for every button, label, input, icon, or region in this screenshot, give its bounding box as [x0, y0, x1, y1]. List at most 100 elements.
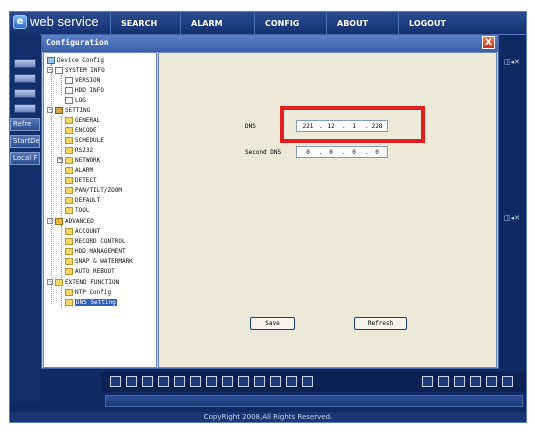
logo-icon: e	[13, 14, 27, 29]
tree-node-rs232[interactable]: RS232	[65, 145, 93, 155]
tree-node-snap-watermark[interactable]: SNAP & WATERMARK	[65, 256, 133, 266]
collapse-icon[interactable]: -	[47, 67, 53, 73]
toolbar-icon[interactable]	[302, 376, 313, 387]
channel-icon[interactable]	[14, 59, 36, 68]
layout-icon[interactable]	[454, 376, 465, 387]
tree-label: GENERAL	[75, 116, 101, 124]
folder-icon	[65, 298, 73, 306]
tree-node-extend-function[interactable]: - EXTEND FUNCTION	[47, 277, 119, 287]
nav-logout[interactable]: LOGOUT	[398, 12, 470, 34]
second-dns-octet-3: 0	[352, 149, 356, 156]
close-button[interactable]: X	[482, 36, 495, 49]
second-dns-label: Second DNS	[245, 149, 282, 156]
toolbar-icon[interactable]	[254, 376, 265, 387]
nav-alarm[interactable]: ALARM	[180, 12, 254, 34]
local-button[interactable]: Local F	[10, 152, 40, 165]
collapse-icon[interactable]: -	[47, 107, 53, 113]
start-device-button[interactable]: StartDe	[10, 135, 40, 148]
tree-node-log[interactable]: LOG	[65, 95, 86, 105]
tree-node-tool[interactable]: TOOL	[65, 205, 89, 215]
tree-label: SYSTEM INFO	[65, 66, 105, 74]
tree-node-advanced[interactable]: - ADVANCED	[47, 216, 94, 226]
tree-node-general[interactable]: GENERAL	[65, 115, 100, 125]
toolbar-icon[interactable]	[190, 376, 201, 387]
tree-node-default[interactable]: DEFAULT	[65, 195, 100, 205]
folder-icon	[65, 227, 73, 235]
tree-node-ntp-config[interactable]: NTP Config	[65, 287, 111, 297]
toolbar-icon[interactable]	[110, 376, 121, 387]
toolbar-icon[interactable]	[142, 376, 153, 387]
tree-node-schedule[interactable]: SCHEDULE	[65, 135, 104, 145]
app-logo: e web service	[13, 14, 99, 29]
second-dns-octet-4: 0	[375, 149, 379, 156]
folder-icon	[55, 278, 63, 286]
tree-node-hdd-info[interactable]: HDD INFO	[65, 85, 104, 95]
toolbar-icon[interactable]	[270, 376, 281, 387]
toolbar-icon[interactable]	[174, 376, 185, 387]
layout-icon[interactable]	[502, 376, 513, 387]
toolbar-icon[interactable]	[238, 376, 249, 387]
tree-label: DETECT	[75, 176, 97, 184]
tree-label: ALARM	[75, 166, 94, 174]
nav-about[interactable]: ABOUT	[326, 12, 398, 34]
layout-icon[interactable]	[422, 376, 433, 387]
expand-icon[interactable]: +	[57, 157, 63, 163]
tree-label: NTP Config	[75, 288, 112, 296]
collapse-icon[interactable]: -	[47, 279, 53, 285]
toolbar-icon[interactable]	[206, 376, 217, 387]
tree-node-auto-reboot[interactable]: AUTO REBOOT	[65, 266, 115, 276]
refresh-button[interactable]: Refresh	[354, 317, 407, 330]
right-video-controls[interactable]: ◫◂✕	[504, 58, 526, 68]
tree-node-device-config[interactable]: Device Config	[47, 55, 104, 65]
channel-icon[interactable]	[14, 89, 36, 98]
tree-label: ADVANCED	[65, 217, 94, 225]
tree-node-encode[interactable]: ENCODE	[65, 125, 97, 135]
toolbar-icon[interactable]	[158, 376, 169, 387]
second-dns-octet-2: 0	[329, 149, 333, 156]
toolbar-icon[interactable]	[286, 376, 297, 387]
channel-icon[interactable]	[14, 104, 36, 113]
monitor-icon	[47, 56, 55, 64]
collapse-icon[interactable]: -	[47, 218, 53, 224]
tree-node-hdd-management[interactable]: HDD MANAGEMENT	[65, 246, 126, 256]
advanced-icon	[55, 217, 63, 225]
document-icon	[65, 76, 73, 84]
bottom-toolbar	[102, 372, 526, 392]
save-button[interactable]: Save	[250, 317, 295, 330]
tree-line	[61, 75, 62, 95]
second-dns-ip-input[interactable]: 0 . 0 . 0 . 0	[296, 146, 388, 158]
configuration-dialog: Configuration X Device Config - SYSTEM I…	[41, 34, 499, 369]
folder-icon	[65, 166, 73, 174]
toolbar-icon[interactable]	[222, 376, 233, 387]
layout-icon[interactable]	[438, 376, 449, 387]
tree-node-record-control[interactable]: RECORD CONTROL	[65, 236, 126, 246]
layout-icon[interactable]	[486, 376, 497, 387]
tree-node-system-info[interactable]: - SYSTEM INFO	[47, 65, 105, 75]
tree-label: PAN/TILT/ZOOM	[75, 186, 122, 194]
document-icon	[65, 86, 73, 94]
tree-label: LOG	[75, 96, 86, 104]
layout-icon[interactable]	[470, 376, 481, 387]
copyright-text: CopyRight 2008,All Rights Reserved.	[10, 412, 526, 422]
nav-search[interactable]: SEARCH	[110, 12, 180, 34]
tree-label: AUTO REBOOT	[75, 267, 115, 275]
toolbar-icon[interactable]	[126, 376, 137, 387]
tree-node-detect[interactable]: DETECT	[65, 175, 97, 185]
folder-icon	[65, 288, 73, 296]
refresh-side-button[interactable]: Refre	[10, 118, 40, 131]
tree-label: NETWORK	[75, 156, 101, 164]
channel-icon[interactable]	[14, 74, 36, 83]
tree-node-dns-setting[interactable]: DNS Setting	[65, 297, 117, 307]
tree-label: HDD INFO	[75, 86, 104, 94]
config-tree: Device Config - SYSTEM INFO VERSION HDD …	[43, 52, 157, 368]
top-nav-bar: e web service SEARCH ALARM CONFIG ABOUT …	[10, 12, 526, 35]
tree-node-network[interactable]: + NETWORK	[57, 155, 100, 165]
right-video-controls[interactable]: ◫◂✕	[504, 214, 526, 224]
folder-icon	[65, 196, 73, 204]
tree-node-alarm[interactable]: ALARM	[65, 165, 93, 175]
tree-node-version[interactable]: VERSION	[65, 75, 100, 85]
tree-node-setting[interactable]: - SETTING	[47, 105, 90, 115]
tree-node-account[interactable]: ACCOUNT	[65, 226, 100, 236]
tree-node-pan-tilt-zoom[interactable]: PAN/TILT/ZOOM	[65, 185, 122, 195]
nav-config[interactable]: CONFIG	[254, 12, 326, 34]
